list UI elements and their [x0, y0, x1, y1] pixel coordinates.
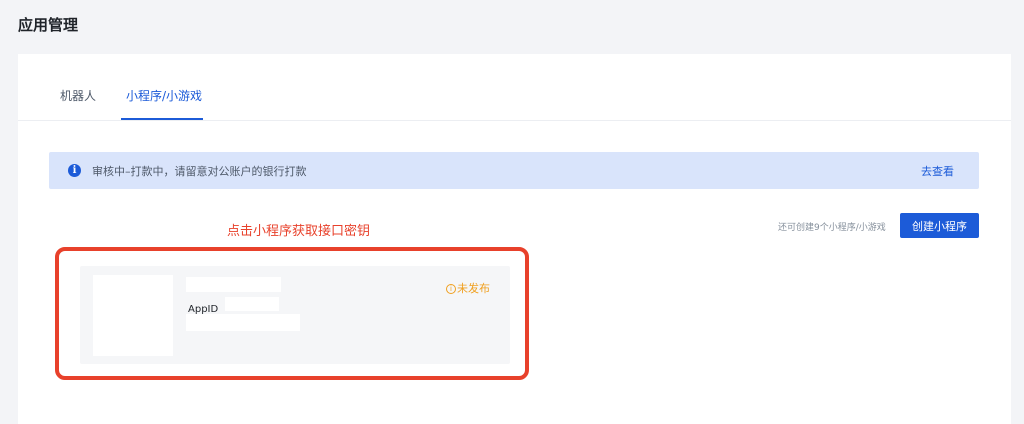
tab-bar: 机器人 小程序/小游戏	[18, 54, 1011, 121]
app-icon-placeholder	[93, 275, 173, 356]
quota-text: 还可创建9个小程序/小游戏	[778, 223, 886, 233]
status-badge: i 未发布	[446, 280, 490, 296]
active-tab-indicator	[121, 118, 203, 120]
info-icon: i	[68, 164, 81, 177]
content-card: 机器人 小程序/小游戏 i 审核中–打款中，请留意对公账户的银行打款 去查看 点…	[18, 54, 1011, 424]
view-details-link[interactable]: 去查看	[921, 163, 954, 179]
annotation-text: 点击小程序获取接口密钥	[227, 224, 371, 239]
notice-banner: i 审核中–打款中，请留意对公账户的银行打款 去查看	[49, 152, 979, 189]
page-title: 应用管理	[18, 16, 79, 34]
appid-value-redacted	[225, 297, 279, 311]
tab-mini-program[interactable]: 小程序/小游戏	[126, 87, 202, 104]
status-label: 未发布	[457, 282, 490, 295]
mini-program-card[interactable]: AppID i 未发布	[80, 266, 510, 364]
notice-text: 审核中–打款中，请留意对公账户的银行打款	[92, 165, 307, 178]
tab-robot[interactable]: 机器人	[60, 87, 96, 104]
app-name-redacted	[186, 277, 281, 292]
info-circle-icon: i	[446, 284, 456, 294]
appid-row: AppID	[188, 297, 279, 315]
create-mini-program-button[interactable]: 创建小程序	[900, 213, 979, 238]
app-description-redacted	[186, 314, 300, 331]
